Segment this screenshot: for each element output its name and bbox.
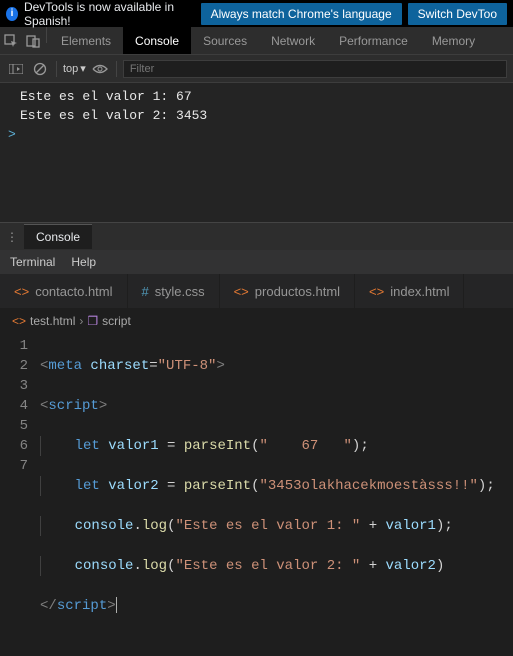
tab-performance[interactable]: Performance: [327, 27, 420, 54]
separator: [116, 61, 117, 77]
html-icon: <>: [234, 284, 249, 299]
chevron-right-icon: ›: [79, 314, 83, 328]
eye-icon[interactable]: [90, 59, 110, 79]
drawer-tab-console[interactable]: Console: [24, 224, 92, 249]
devtools-tab-bar: Elements Console Sources Network Perform…: [0, 27, 513, 55]
tab-sources[interactable]: Sources: [191, 27, 259, 54]
info-icon: i: [6, 7, 18, 21]
inspect-icon[interactable]: [0, 27, 22, 54]
editor-tab-contacto[interactable]: <>contacto.html: [0, 274, 128, 308]
breadcrumb-file: test.html: [30, 314, 75, 328]
tab-memory[interactable]: Memory: [420, 27, 487, 54]
console-prompt[interactable]: >: [0, 125, 513, 144]
console-log-line: Este es el valor 1: 67: [0, 87, 513, 106]
tab-console[interactable]: Console: [123, 27, 191, 54]
switch-devtools-button[interactable]: Switch DevToo: [408, 3, 507, 25]
script-icon: ❐: [87, 314, 98, 328]
context-selector[interactable]: top ▾: [63, 62, 86, 75]
clear-console-icon[interactable]: [30, 59, 50, 79]
code-editor[interactable]: 1234567 <meta charset="UTF-8"> <script> …: [0, 333, 513, 483]
drawer-bar: ⋮ Console: [0, 222, 513, 250]
separator: [46, 27, 47, 43]
breadcrumb[interactable]: <> test.html › ❐ script: [0, 309, 513, 333]
console-toolbar: top ▾: [0, 55, 513, 83]
device-toggle-icon[interactable]: [22, 27, 44, 54]
editor-tab-index[interactable]: <>index.html: [355, 274, 464, 308]
html-icon: <>: [14, 284, 29, 299]
editor-tab-style[interactable]: #style.css: [128, 274, 220, 308]
drawer-menu-icon[interactable]: ⋮: [0, 230, 24, 244]
html-icon: <>: [12, 314, 26, 328]
text-cursor: [116, 597, 117, 613]
menu-terminal[interactable]: Terminal: [10, 255, 55, 269]
toggle-sidebar-icon[interactable]: [6, 59, 26, 79]
filter-input[interactable]: [123, 60, 507, 78]
breadcrumb-node: script: [102, 314, 131, 328]
chevron-down-icon: ▾: [80, 62, 86, 75]
tab-network[interactable]: Network: [259, 27, 327, 54]
html-icon: <>: [369, 284, 384, 299]
info-banner: i DevTools is now available in Spanish! …: [0, 0, 513, 27]
vscode-menu-bar: Terminal Help: [0, 250, 513, 274]
editor-tab-bar: <>contacto.html #style.css <>productos.h…: [0, 274, 513, 309]
console-log-line: Este es el valor 2: 3453: [0, 106, 513, 125]
match-language-button[interactable]: Always match Chrome's language: [201, 3, 402, 25]
code-body[interactable]: <meta charset="UTF-8"> <script> let valo…: [40, 333, 495, 483]
css-icon: #: [142, 284, 149, 299]
menu-help[interactable]: Help: [71, 255, 96, 269]
line-gutter: 1234567: [0, 333, 40, 483]
banner-text: DevTools is now available in Spanish!: [24, 0, 195, 28]
tab-elements[interactable]: Elements: [49, 27, 123, 54]
separator: [56, 61, 57, 77]
editor-tab-productos[interactable]: <>productos.html: [220, 274, 355, 308]
console-output: Este es el valor 1: 67 Este es el valor …: [0, 83, 513, 222]
